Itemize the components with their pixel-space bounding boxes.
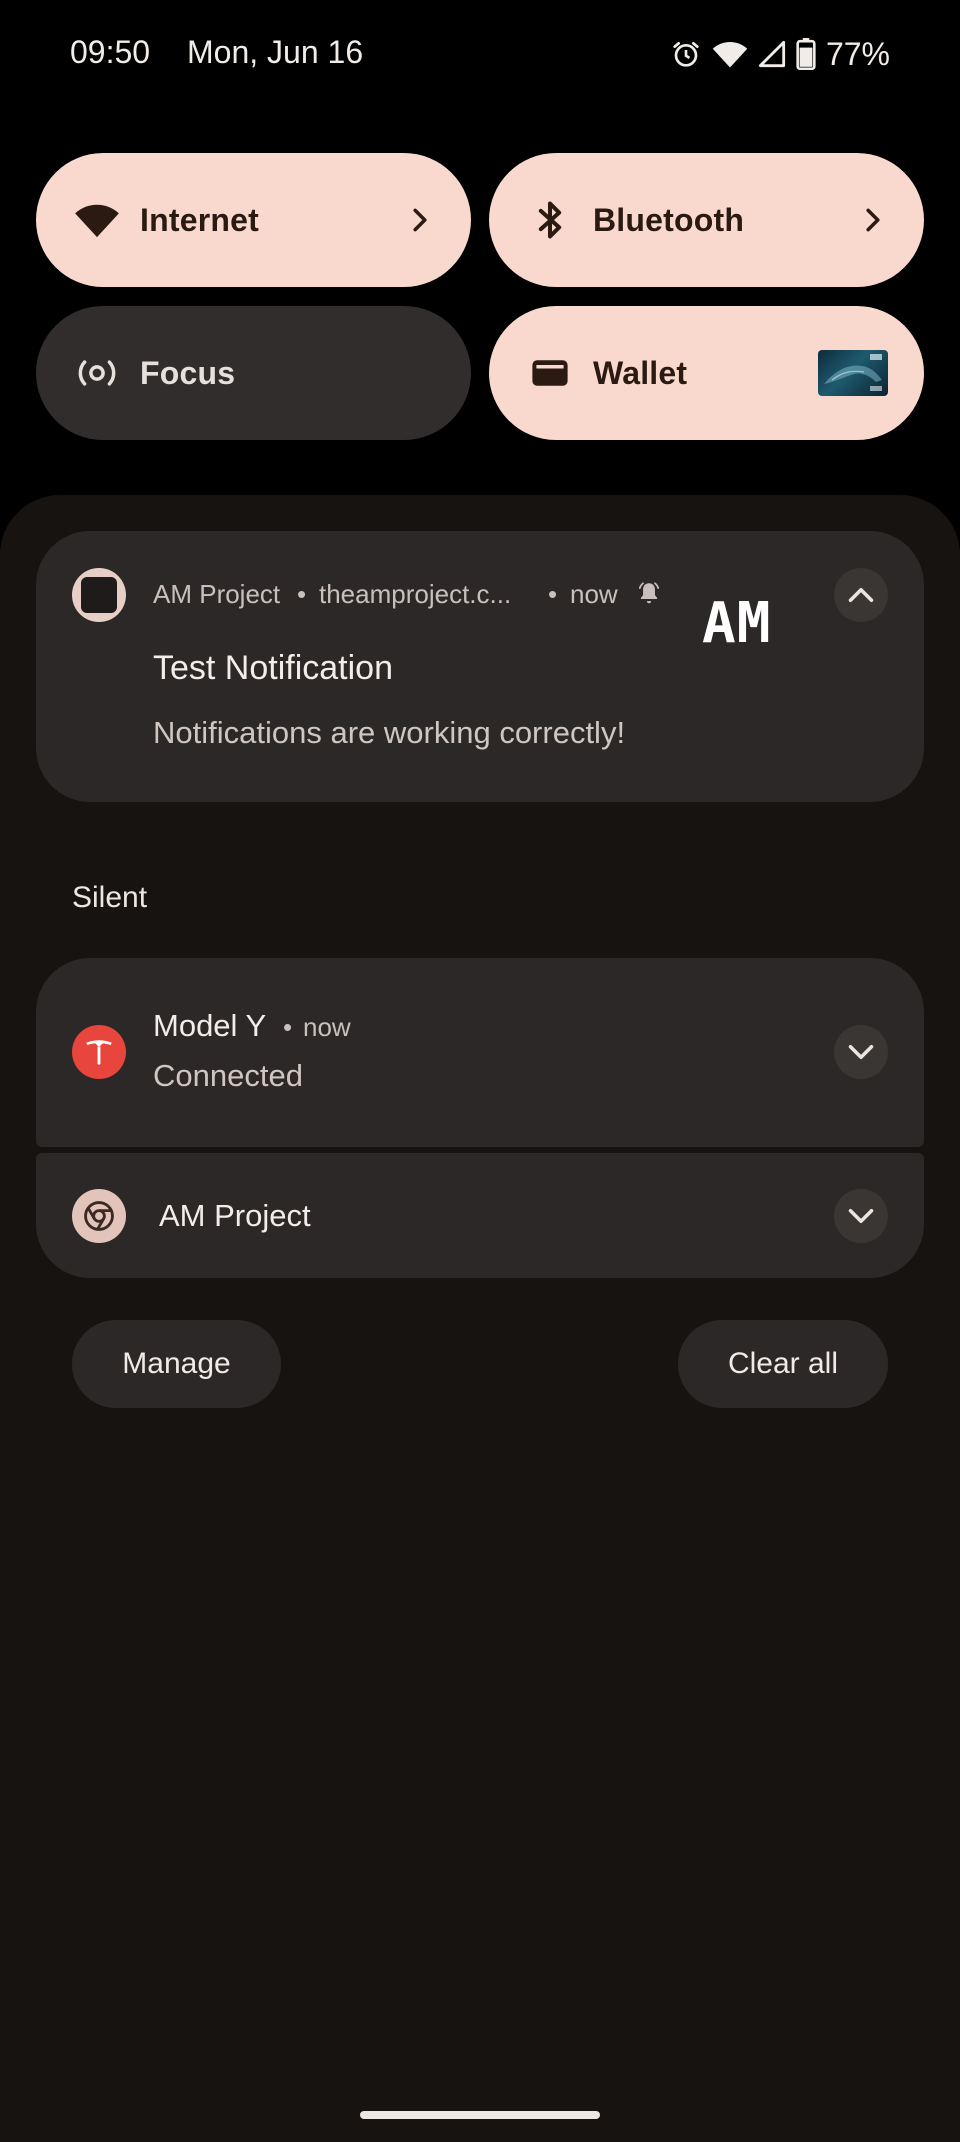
chrome-icon [72,1189,126,1243]
qs-tile-label: Wallet [593,354,688,391]
wifi-icon [712,39,748,69]
header-separator: • [283,1012,293,1042]
clear-all-button[interactable]: Clear all [678,1320,888,1408]
notification-app-name: Model Y [153,1008,267,1043]
chevron-right-icon [405,200,435,240]
chevron-down-icon [848,1209,874,1223]
alarm-icon [670,38,702,70]
qs-tile-label: Focus [140,354,236,391]
notification-time: now [570,579,618,609]
notification-card-am-project-silent[interactable]: AM Project [36,1153,924,1278]
qs-tile-bluetooth[interactable]: Bluetooth [489,153,924,287]
notification-app-name: AM Project [159,1198,311,1233]
qs-tile-focus[interactable]: Focus [36,306,471,440]
header-separator: • [548,579,558,609]
home-indicator[interactable] [360,2111,600,2119]
notification-card-am-project[interactable]: AM Project • theamproject.c... • now AM … [36,531,924,802]
wallet-icon [525,348,575,398]
wifi-icon [72,195,122,245]
notification-large-icon: AM [702,591,772,656]
qs-tile-wallet[interactable]: Wallet [489,306,924,440]
notification-text: Connected [153,1058,303,1093]
qs-tile-label: Bluetooth [593,201,745,238]
notification-card-model-y[interactable]: Model Y • now Connected [36,958,924,1147]
qs-tile-internet[interactable]: Internet [36,153,471,287]
collapse-button[interactable] [834,568,888,622]
battery-percent: 77% [825,35,890,72]
alert-bell-icon [636,580,662,611]
notification-body: Notifications are working correctly! [153,715,626,750]
cell-signal-icon [758,40,786,68]
bluetooth-icon [525,195,575,245]
qs-tile-label: Internet [140,201,259,238]
header-separator: • [297,579,307,609]
notification-app-name: AM Project [153,579,281,609]
chevron-down-icon [848,1045,874,1059]
section-header-silent: Silent [72,881,148,914]
wallet-card-thumbnail[interactable] [818,350,888,396]
notification-source: theamproject.c... [319,579,512,609]
status-time: 09:50 [70,34,151,70]
focus-icon [72,348,122,398]
tesla-logo-icon [72,1025,126,1079]
app-icon [72,568,126,622]
notification-title: Test Notification [153,649,393,687]
expand-button[interactable] [834,1025,888,1079]
status-bar: 09:50 Mon, Jun 16 77% [0,0,960,110]
battery-icon [796,38,816,70]
chevron-up-icon [848,588,874,602]
notification-time: now [303,1012,351,1042]
status-icons: 77% [670,34,890,74]
manage-button[interactable]: Manage [72,1320,281,1408]
expand-button[interactable] [834,1189,888,1243]
status-date: Mon, Jun 16 [187,34,364,70]
chevron-right-icon [858,200,888,240]
